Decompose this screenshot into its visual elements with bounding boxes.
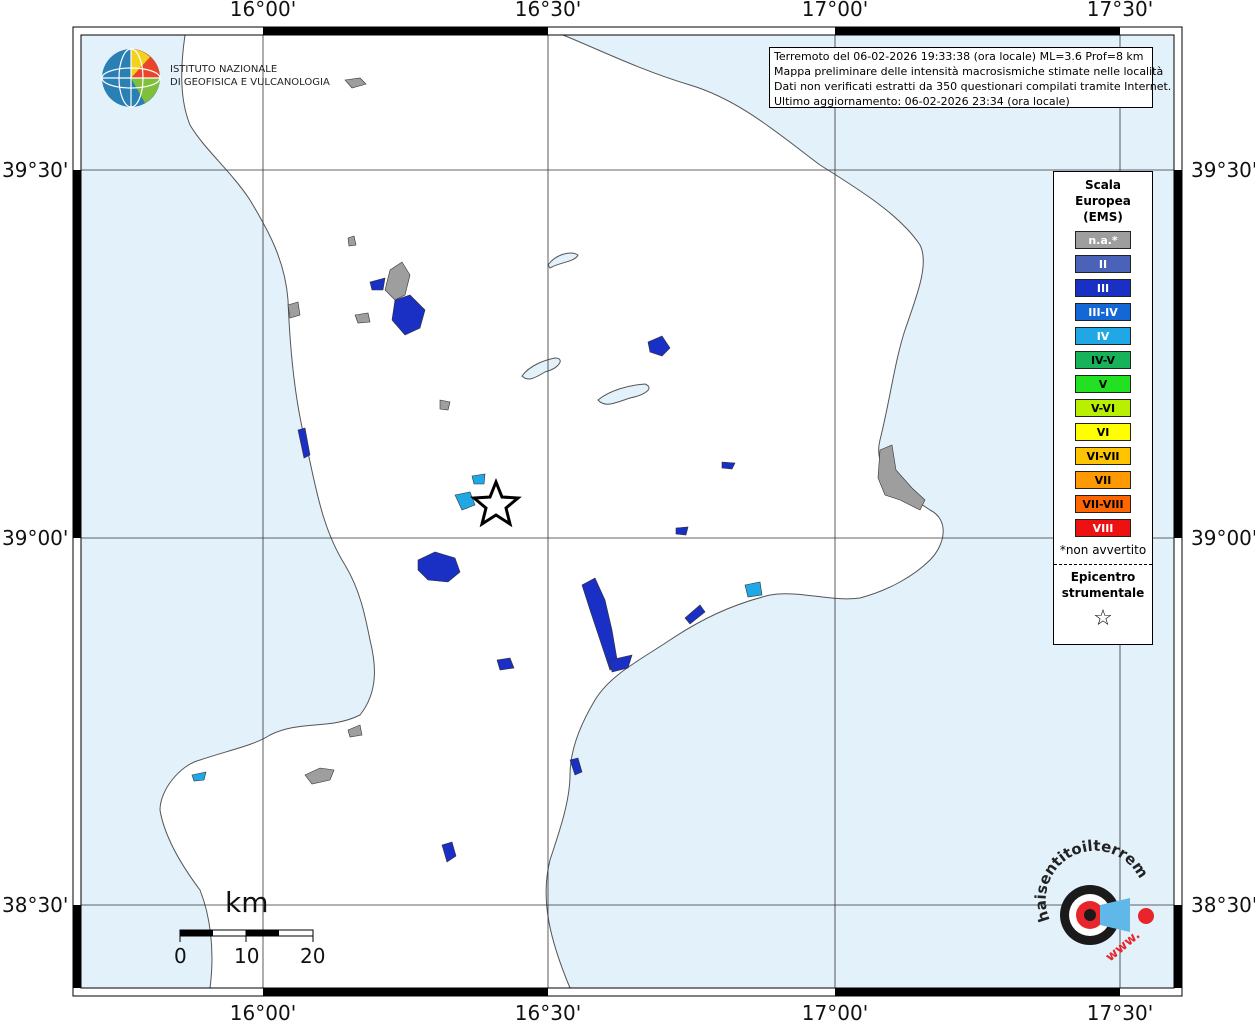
lat-tick-right: 38°30' <box>1191 893 1255 917</box>
legend-swatch: II <box>1075 255 1131 273</box>
legend-swatch: VII-VIII <box>1075 495 1131 513</box>
info-line3: Dati non verificati estratti da 350 ques… <box>774 80 1172 93</box>
lon-tick-top: 17°00' <box>802 0 868 21</box>
patch-gray <box>439 399 451 411</box>
legend-title-line1: Scala <box>1084 178 1122 192</box>
legend-swatch: III-IV <box>1075 303 1131 321</box>
epicenter-star-icon: ☆ <box>1093 606 1113 631</box>
legend-note: *non avvertito <box>1059 543 1147 557</box>
lat-tick-left: 39°00' <box>2 526 68 550</box>
lon-tick-top: 17°30' <box>1087 0 1153 21</box>
legend-swatch: IV <box>1075 327 1131 345</box>
legend-swatches: n.a.* II III III-IV IV IV-V V V-VI VI VI-VII VII VI… <box>1054 231 1152 537</box>
legend-swatch: V-VI <box>1075 399 1131 417</box>
ingv-line2: DI GEOFISICA E VULCANOLOGIA <box>170 77 330 88</box>
patch-gray <box>287 301 301 319</box>
legend-title-line3: (EMS) <box>1083 210 1123 224</box>
ingv-logo-icon <box>101 48 161 108</box>
legend-epicenter-line1: Epicentro <box>1070 570 1136 584</box>
legend-divider <box>1054 564 1152 565</box>
legend-swatch: VI-VII <box>1075 447 1131 465</box>
lat-tick-left: 38°30' <box>2 893 68 917</box>
legend-swatch: III <box>1075 279 1131 297</box>
lon-tick-top: 16°00' <box>230 0 296 21</box>
lon-tick-bottom: 17°00' <box>802 1001 868 1024</box>
lon-tick-top: 16°30' <box>515 0 581 21</box>
patch-gray <box>354 312 371 324</box>
lat-tick-right: 39°00' <box>1191 526 1255 550</box>
legend-swatch: VIII <box>1075 519 1131 537</box>
info-line4: Ultimo aggiornamento: 06-02-2026 23:34 (… <box>774 95 1070 108</box>
info-line2: Mappa preliminare delle intensità macros… <box>774 65 1164 78</box>
lon-tick-bottom: 16°30' <box>515 1001 581 1024</box>
scale-label-10: 10 <box>234 944 260 968</box>
legend-swatch: VI <box>1075 423 1131 441</box>
legend-title-line2: Europea <box>1075 194 1131 208</box>
ingv-logo-text: ISTITUTO NAZIONALE DI GEOFISICA E VULCAN… <box>170 63 330 89</box>
legend: Scala Europea (EMS) n.a.* II III III-IV IV IV… <box>1053 171 1153 645</box>
legend-epicenter-line2: strumentale <box>1061 586 1145 600</box>
scale-label-20: 20 <box>300 944 326 968</box>
lat-tick-right: 39°30' <box>1191 158 1255 182</box>
legend-swatch: V <box>1075 375 1131 393</box>
info-line1: Terremoto del 06-02-2026 19:33:38 (ora l… <box>774 50 1144 63</box>
legend-title: Scala Europea (EMS) <box>1054 177 1152 225</box>
legend-swatch: IV-V <box>1075 351 1131 369</box>
lon-tick-bottom: 16°00' <box>230 1001 296 1024</box>
scale-unit: km <box>225 886 269 919</box>
lon-tick-bottom: 17°30' <box>1087 1001 1153 1024</box>
scale-label-0: 0 <box>174 944 187 968</box>
legend-epicenter-label: Epicentro strumentale <box>1054 569 1152 601</box>
patch-lightblue <box>471 473 486 485</box>
legend-swatch: n.a.* <box>1075 231 1131 249</box>
patch-lightblue <box>744 581 763 598</box>
legend-swatch: VII <box>1075 471 1131 489</box>
ingv-line1: ISTITUTO NAZIONALE <box>170 64 278 75</box>
patch-blue <box>675 526 689 536</box>
info-box: Terremoto del 06-02-2026 19:33:38 (ora l… <box>769 47 1172 108</box>
lat-tick-left: 39°30' <box>2 158 68 182</box>
